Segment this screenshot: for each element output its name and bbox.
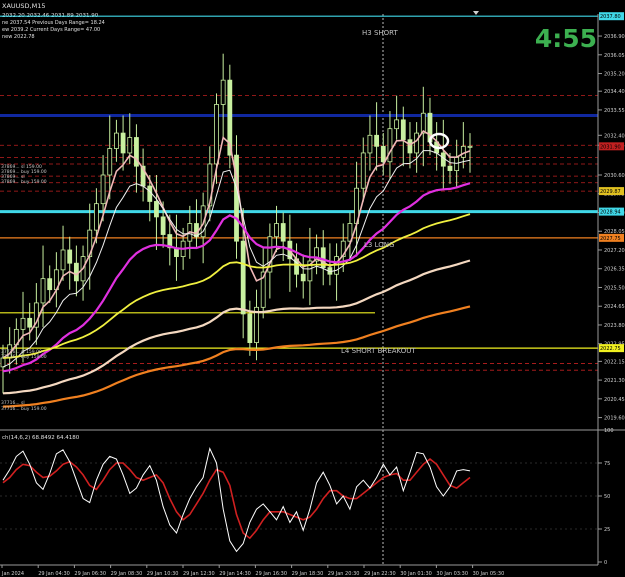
candle-body bbox=[73, 262, 79, 282]
candle-body bbox=[160, 216, 166, 235]
candle-body bbox=[127, 137, 133, 154]
candle-body bbox=[120, 132, 126, 154]
order-label[interactable]: 37869... buy 159.00 bbox=[1, 179, 47, 185]
info-line-2: ne 2037.54 Previous Days Range= 18.24 bbox=[2, 20, 105, 26]
osc-tick-label: 0 bbox=[604, 560, 607, 566]
osc-tick-label: 75 bbox=[604, 461, 610, 467]
order-label[interactable]: 37716... sl bbox=[1, 400, 25, 406]
price-tick-label: 2027.20 bbox=[604, 248, 625, 254]
candle-body bbox=[300, 273, 306, 282]
candle-body bbox=[387, 128, 393, 163]
price-tick-label: 2021.30 bbox=[604, 378, 625, 384]
price-tick-label: 2030.60 bbox=[604, 173, 625, 179]
price-tick-label: 2032.40 bbox=[604, 133, 625, 139]
candle-body bbox=[460, 145, 466, 158]
candle-body bbox=[40, 278, 46, 304]
symbol-title: XAUUSD,M15 bbox=[2, 2, 46, 10]
candle-body bbox=[67, 249, 73, 264]
candle-body bbox=[214, 104, 219, 165]
candle-body bbox=[240, 240, 246, 315]
oscillator-label: ch(14,6,2) 68.8492 64.4180 bbox=[2, 435, 80, 441]
time-tick-label: 30 Jan 05:30 bbox=[473, 571, 505, 577]
price-tick-label: 2033.55 bbox=[604, 108, 625, 114]
candle-body bbox=[100, 174, 106, 205]
price-badge-label: 2027.75 bbox=[600, 236, 621, 242]
candle-body bbox=[407, 139, 413, 154]
osc-tick-label: 25 bbox=[604, 527, 610, 533]
candle-body bbox=[107, 148, 113, 176]
price-tick-label: 2024.65 bbox=[604, 304, 625, 310]
price-tick-label: 2036.90 bbox=[604, 34, 625, 40]
time-tick-label: 30 Jan 01:30 bbox=[400, 571, 432, 577]
time-tick-label: 29 Jan 04:30 bbox=[38, 571, 70, 577]
candle-body bbox=[414, 132, 420, 154]
time-tick-label: 29 Jan 20:30 bbox=[328, 571, 360, 577]
candle-body bbox=[274, 223, 279, 238]
time-tick-label: Jan 2024 bbox=[1, 571, 24, 577]
h3-short-label: H3 SHORT bbox=[362, 29, 399, 37]
price-tick-label: 2023.80 bbox=[604, 323, 625, 329]
price-badge-label: 2022.75 bbox=[600, 346, 621, 352]
price-badge-label: 2028.94 bbox=[600, 210, 621, 216]
price-badge-label: 2029.87 bbox=[600, 189, 621, 195]
price-tick-label: 2025.50 bbox=[604, 285, 625, 291]
time-tick-label: 29 Jan 12:30 bbox=[183, 571, 215, 577]
info-line-3: ew 2039.2 Current Days Range= 47.00 bbox=[2, 27, 100, 33]
price-tick-label: 2036.05 bbox=[604, 53, 625, 59]
candle-body bbox=[154, 201, 159, 218]
osc-tick-label: 50 bbox=[604, 494, 610, 500]
candle-body bbox=[280, 223, 286, 242]
candle-body bbox=[367, 134, 373, 154]
time-tick-label: 29 Jan 16:30 bbox=[255, 571, 287, 577]
trading-chart[interactable]: XAUUSD,M15 2032.20 2032.46 2031.89 2031.… bbox=[0, 0, 625, 577]
candle-body bbox=[394, 119, 400, 130]
candle-body bbox=[440, 152, 446, 167]
candle-body bbox=[420, 112, 426, 134]
candle-body bbox=[220, 79, 226, 105]
price-badge-label: 2031.90 bbox=[600, 144, 621, 150]
candle-body bbox=[27, 317, 33, 328]
candle-body bbox=[380, 145, 386, 163]
time-tick-label: 29 Jan 08:30 bbox=[111, 571, 143, 577]
candle-body bbox=[20, 317, 26, 330]
candle-body bbox=[454, 156, 460, 171]
info-line-4: new 2022.78 bbox=[2, 34, 35, 40]
time-tick-label: 29 Jan 18:30 bbox=[292, 571, 324, 577]
candle-body bbox=[94, 203, 99, 231]
candle-body bbox=[374, 134, 380, 147]
candle-body bbox=[400, 119, 406, 141]
order-label[interactable]: 37716... buy 159.00 bbox=[1, 354, 47, 360]
candle-body bbox=[47, 278, 53, 291]
candle-body bbox=[467, 145, 473, 148]
candle-body bbox=[247, 313, 253, 344]
candle-body bbox=[447, 165, 453, 171]
price-tick-label: 2020.45 bbox=[604, 397, 625, 403]
bar-countdown: 4:55 bbox=[535, 24, 597, 53]
candle-body bbox=[360, 152, 366, 189]
price-badge-label: 2037.80 bbox=[600, 14, 621, 20]
candle-body bbox=[60, 249, 66, 271]
osc-tick-label: 100 bbox=[604, 428, 614, 434]
time-tick-label: 30 Jan 03:30 bbox=[436, 571, 468, 577]
time-tick-label: 29 Jan 22:30 bbox=[364, 571, 396, 577]
price-tick-label: 2022.15 bbox=[604, 359, 625, 365]
l3-long-label: L3 LONG bbox=[364, 241, 394, 249]
price-tick-label: 2034.40 bbox=[604, 89, 625, 95]
price-tick-label: 2035.20 bbox=[604, 72, 625, 78]
candle-body bbox=[114, 132, 119, 149]
price-tick-label: 2026.35 bbox=[604, 267, 625, 273]
time-tick-label: 29 Jan 10:30 bbox=[147, 571, 179, 577]
price-tick-label: 2019.60 bbox=[604, 416, 625, 422]
time-tick-label: 29 Jan 14:30 bbox=[219, 571, 251, 577]
time-tick-label: 29 Jan 06:30 bbox=[74, 571, 106, 577]
l4-short-breakout-label: L4 SHORT BREAKOUT bbox=[341, 347, 416, 355]
order-label[interactable]: 37716... buy 159.00 bbox=[1, 406, 47, 412]
